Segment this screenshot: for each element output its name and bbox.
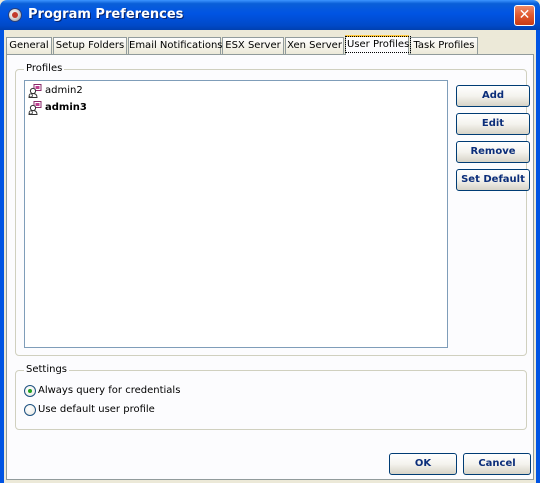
tab-general[interactable]: General (6, 37, 52, 54)
user-profile-icon (28, 101, 42, 115)
set-default-button[interactable]: Set Default (456, 169, 530, 191)
settings-group-label: Settings (24, 364, 70, 376)
title-bar[interactable]: Program Preferences ✕ (0, 0, 540, 30)
profile-name: admin2 (45, 85, 83, 96)
tab-strip: General Setup Folders Email Notification… (4, 35, 536, 55)
tab-user-profiles[interactable]: User Profiles (344, 35, 412, 55)
window-frame-left (0, 30, 4, 483)
user-profile-icon (28, 84, 42, 98)
program-preferences-window: Program Preferences ✕ Profiles admin2 ad… (0, 0, 540, 483)
window-title: Program Preferences (28, 7, 184, 22)
profiles-list[interactable]: admin2 admin3 (24, 80, 448, 348)
settings-group: Settings Always query for credentials Us… (15, 364, 527, 430)
radio-label: Always query for credentials (38, 385, 181, 396)
tab-xen-server[interactable]: Xen Server (285, 37, 344, 54)
add-button[interactable]: Add (456, 85, 530, 107)
tab-setup-folders[interactable]: Setup Folders (53, 37, 127, 54)
app-icon (8, 8, 22, 22)
tab-task-profiles[interactable]: Task Profiles (410, 37, 478, 54)
profile-name: admin3 (45, 102, 87, 113)
radio-button[interactable] (24, 404, 36, 416)
edit-button[interactable]: Edit (456, 113, 530, 135)
ok-button[interactable]: OK (389, 453, 457, 475)
profiles-group-label: Profiles (24, 63, 65, 75)
radio-dot (28, 389, 32, 393)
tab-esx-server[interactable]: ESX Server (222, 37, 284, 54)
radio-button-selected[interactable] (24, 385, 36, 397)
profiles-group: Profiles admin2 admin3 Add Edit Remove S… (15, 63, 530, 356)
close-icon: ✕ (518, 7, 531, 23)
remove-button[interactable]: Remove (456, 141, 530, 163)
tab-email-notifications[interactable]: Email Notifications (128, 37, 223, 54)
window-frame-right (536, 30, 540, 483)
close-button[interactable]: ✕ (514, 5, 535, 26)
radio-label: Use default user profile (38, 404, 155, 415)
cancel-button[interactable]: Cancel (463, 453, 531, 475)
tab-panel-user-profiles: Profiles admin2 admin3 Add Edit Remove S… (6, 54, 534, 480)
